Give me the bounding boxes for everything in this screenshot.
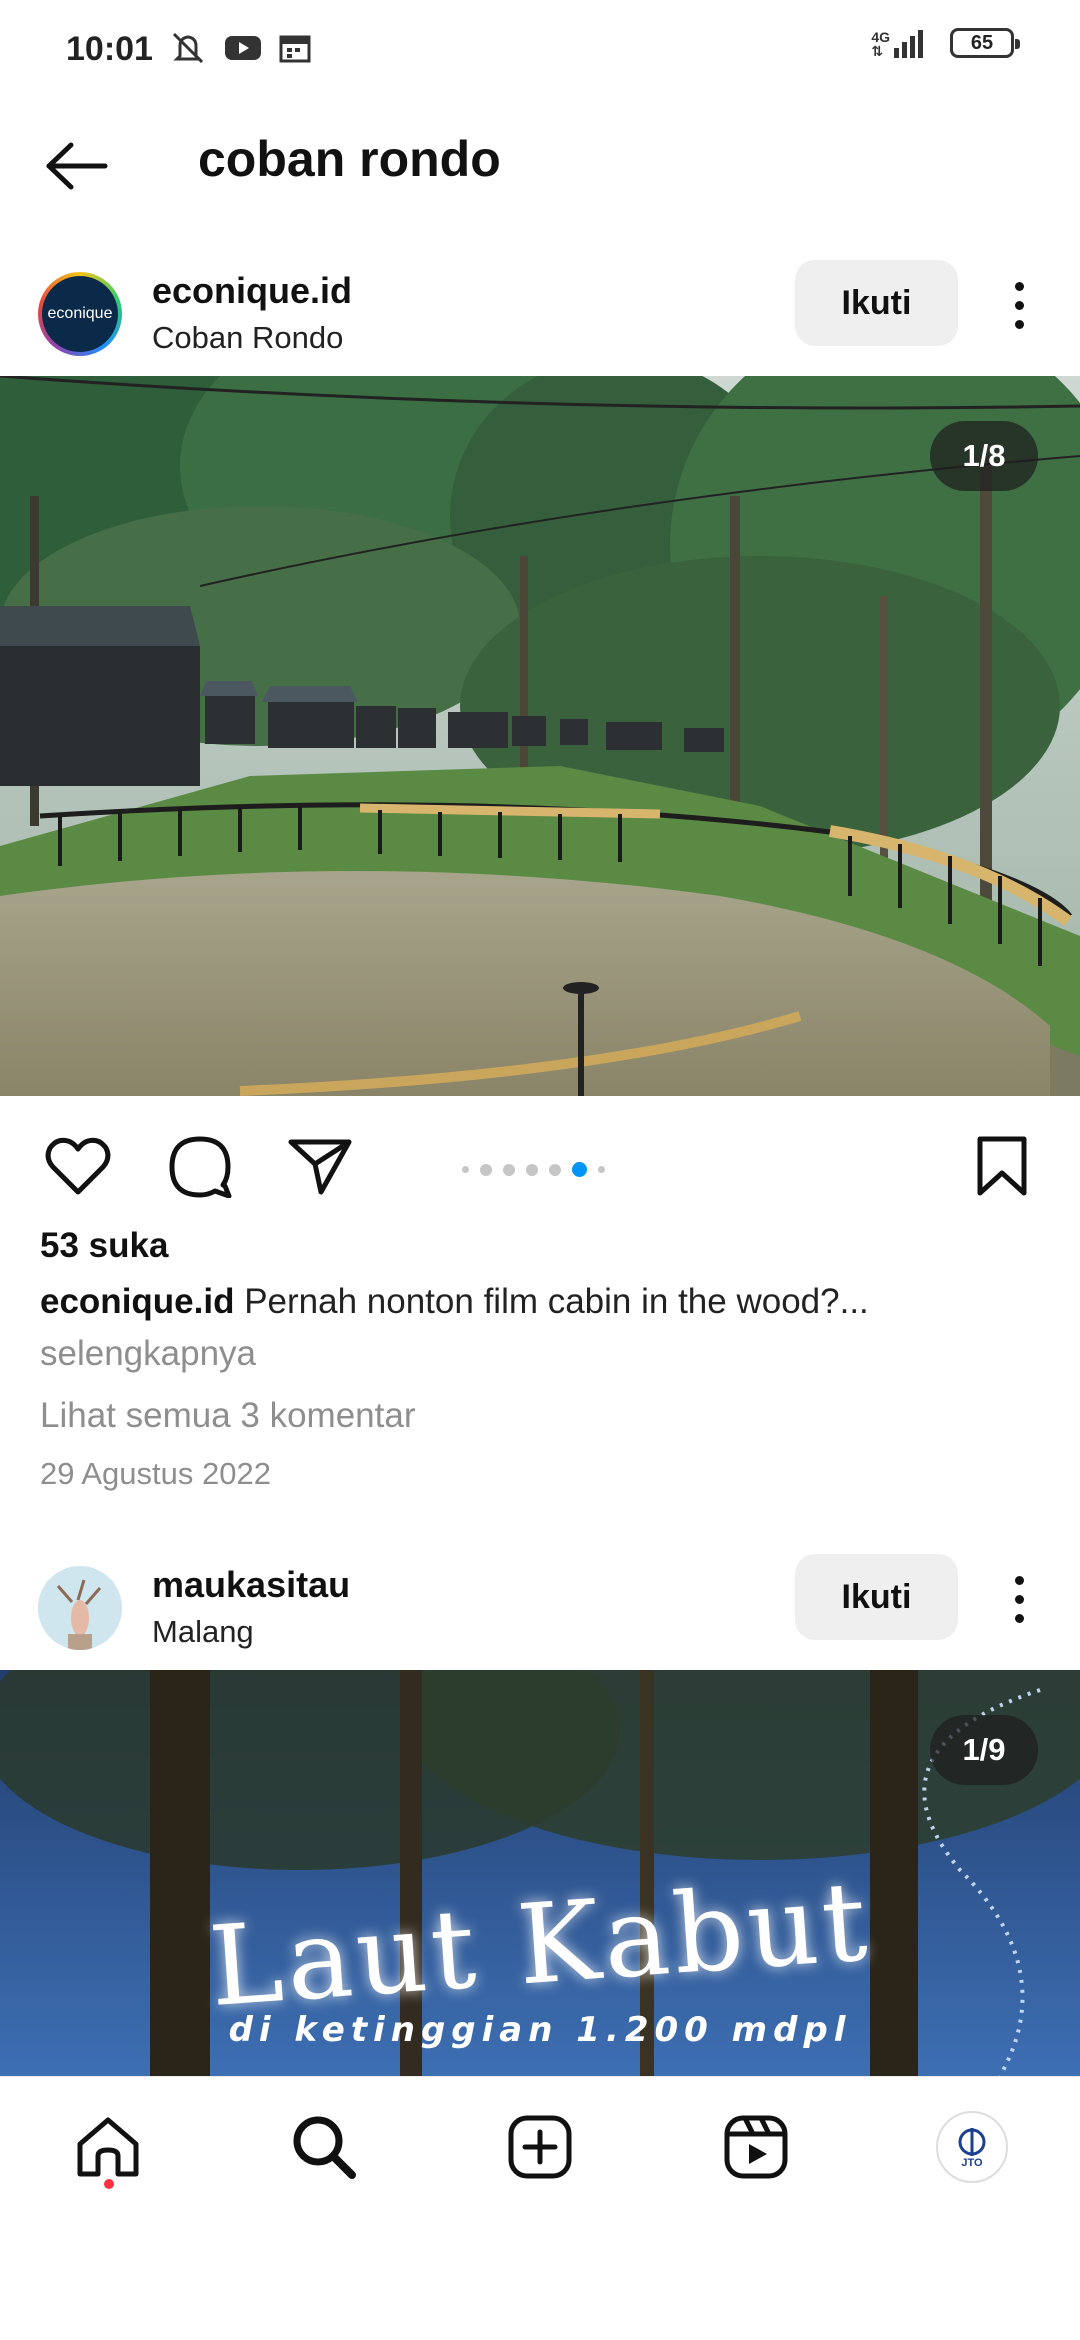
post-header: econique econique.id Coban Rondo Ikuti [0,256,1080,376]
profile-logo-icon [958,2128,986,2156]
caption: econique.id Pernah nonton film cabin in … [40,1282,1050,1322]
youtube-icon [225,36,261,60]
data-arrows-icon: ⇅ [871,43,884,59]
dot [1014,1594,1024,1604]
avatar[interactable]: econique [38,272,122,356]
save-button[interactable] [964,1128,1040,1204]
carousel-dot-active [572,1162,587,1177]
profile-text: JTO [961,2157,983,2169]
view-comments-link[interactable]: Lihat semua 3 komentar [40,1396,415,1436]
image-counter-badge: 1/8 [930,421,1038,491]
follow-button[interactable]: Ikuti [795,260,958,346]
caption-username[interactable]: econique.id [40,1282,234,1321]
bookmark-icon [977,1136,1027,1196]
nav-search[interactable] [284,2107,364,2187]
nav-home[interactable] [68,2107,148,2187]
more-options-button[interactable] [992,270,1046,340]
comment-icon [169,1136,232,1198]
carousel-indicator [462,1162,605,1177]
arrow-left-icon [46,142,108,190]
comment-button[interactable] [162,1128,238,1204]
bottom-navigation: JTO [0,2076,1080,2220]
notification-dot [104,2179,114,2189]
heart-icon [45,1137,111,1195]
dot [1014,319,1024,329]
see-more-link[interactable]: selengkapnya [40,1334,256,1374]
page-title: coban rondo [198,131,501,187]
battery-level: 65 [970,31,994,54]
nav-reels[interactable] [716,2107,796,2187]
post-header: maukasitau Malang Ikuti [0,1550,1080,1670]
caption-text: Pernah nonton film cabin in the wood?... [244,1282,869,1321]
share-button[interactable] [282,1128,358,1204]
carousel-dot [480,1163,492,1176]
profile-avatar: JTO [936,2111,1008,2183]
nav-profile[interactable]: JTO [932,2107,1012,2187]
nav-create[interactable] [500,2107,580,2187]
network-label: 4G [871,29,890,45]
username[interactable]: econique.id [152,270,352,312]
username[interactable]: maukasitau [152,1564,350,1606]
location[interactable]: Coban Rondo [152,320,343,356]
share-icon [288,1139,352,1195]
avatar[interactable] [38,1566,122,1650]
status-right: 4G ⇅ 65 [871,28,1020,59]
carousel-dot [462,1166,469,1173]
status-bar: 10:01 4G ⇅ 65 [0,0,1080,100]
post-image[interactable]: 1/8 [0,376,1080,1096]
dot [1014,1575,1024,1585]
mute-icon [172,32,204,64]
forest-cabins-photo [0,376,1080,1096]
avatar-photo [38,1566,122,1650]
status-time: 10:01 [66,30,153,68]
reels-icon [724,2115,788,2179]
post-actions [0,1120,1080,1210]
image-counter-badge: 1/9 [930,1715,1038,1785]
avatar-label: econique [47,305,113,322]
home-icon [77,2117,139,2177]
search-icon [293,2116,356,2179]
search-header: coban rondo [0,110,1080,210]
dot [1014,300,1024,310]
likes-count[interactable]: 53 suka [40,1226,168,1266]
follow-button[interactable]: Ikuti [795,1554,958,1640]
carousel-dot [526,1163,538,1176]
dot [1014,1613,1024,1623]
create-icon [508,2115,572,2179]
signal-icon [894,30,923,58]
back-button[interactable] [36,126,116,206]
carousel-dot [598,1166,605,1173]
dot [1014,281,1024,291]
post-date: 29 Agustus 2022 [40,1456,271,1491]
image-overlay-subtitle: di ketinggian 1.200 mdpl [228,2010,852,2050]
carousel-dot [503,1163,515,1176]
like-button[interactable] [40,1128,116,1204]
battery-icon: 65 [950,28,1020,58]
calendar-icon [279,35,311,63]
carousel-dot [549,1163,561,1176]
location[interactable]: Malang [152,1614,254,1650]
status-notification-icons [168,30,312,66]
more-options-button[interactable] [992,1564,1046,1634]
post-image[interactable]: Laut Kabut di ketinggian 1.200 mdpl 1/9 [0,1670,1080,2076]
